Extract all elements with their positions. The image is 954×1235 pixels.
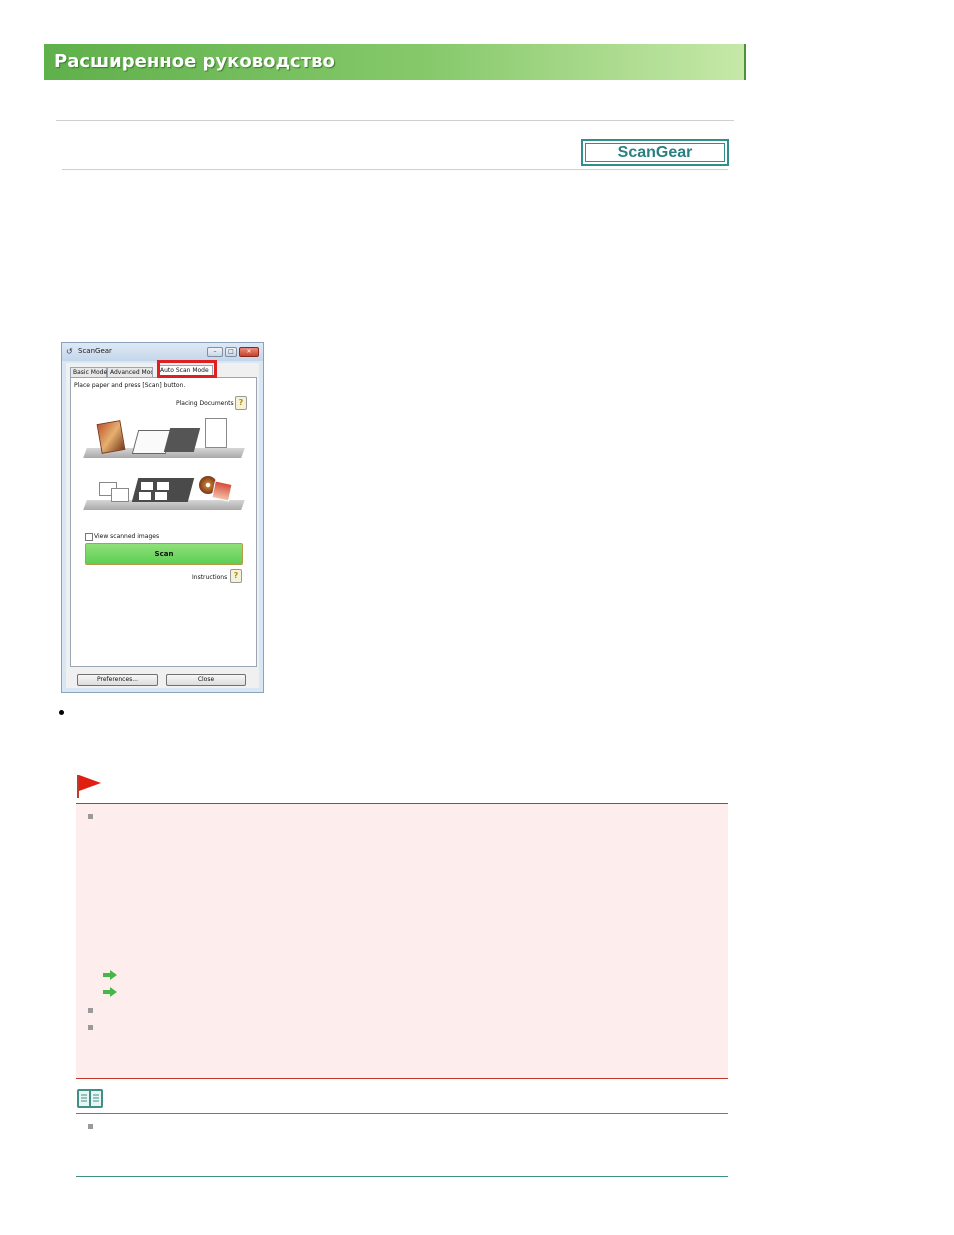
dialog-body: Basic Mode Advanced Mode Auto Scan Mode …: [66, 363, 259, 688]
scangear-badge-label: ScanGear: [585, 143, 725, 162]
note-book-icon: [77, 1089, 103, 1108]
view-scanned-images-label: View scanned images: [94, 533, 160, 540]
scanner-lid: [163, 428, 201, 452]
view-scanned-images-checkbox[interactable]: [85, 533, 93, 541]
list-bullet: [88, 1008, 93, 1013]
dialog-title: ScanGear: [78, 347, 112, 355]
placing-documents-help-icon[interactable]: ?: [235, 396, 247, 410]
minimize-icon[interactable]: –: [207, 347, 223, 357]
photo-thumb-2: [157, 482, 169, 490]
scan-button[interactable]: Scan: [85, 543, 243, 565]
important-flag-icon: [77, 775, 101, 798]
list-bullet: [88, 814, 93, 819]
list-bullet: [88, 1025, 93, 1030]
text-document-image: [205, 418, 227, 448]
instruction-text: Place paper and press [Scan] button.: [74, 382, 186, 389]
photo-thumb-4: [155, 492, 167, 500]
photo-image: [211, 480, 233, 502]
preferences-button[interactable]: Preferences...: [77, 674, 158, 686]
photo-thumb-3: [139, 492, 151, 500]
note-top-rule: [76, 1113, 728, 1114]
link-arrow-icon: [103, 987, 117, 997]
magazine-image: [96, 420, 126, 454]
note-bottom-rule: [76, 1176, 728, 1177]
maximize-icon[interactable]: □: [225, 347, 237, 357]
app-icon: ↺: [66, 347, 73, 356]
header-banner: Расширенное руководство: [44, 44, 746, 80]
list-bullet: [88, 1124, 93, 1129]
auto-scan-tab-highlight: [157, 360, 217, 378]
section-divider: [62, 169, 728, 170]
card-image-2: [111, 488, 129, 502]
tab-advanced-mode[interactable]: Advanced Mode: [107, 367, 153, 377]
instructions-link[interactable]: Instructions: [192, 574, 227, 581]
placing-documents-link[interactable]: Placing Documents: [176, 400, 234, 407]
photo-thumb-1: [141, 482, 153, 490]
dialog-titlebar: ↺ ScanGear – □ ✕: [62, 343, 263, 361]
close-icon[interactable]: ✕: [239, 347, 259, 357]
close-button[interactable]: Close: [166, 674, 246, 686]
tab-basic-mode[interactable]: Basic Mode: [70, 367, 107, 377]
scangear-dialog: ↺ ScanGear – □ ✕ Basic Mode Advanced Mod…: [61, 342, 264, 693]
auto-scan-panel: Place paper and press [Scan] button. Pla…: [70, 377, 257, 667]
top-divider: [56, 120, 734, 121]
bullet-icon: [59, 710, 64, 715]
link-arrow-icon: [103, 970, 117, 980]
instructions-help-icon[interactable]: ?: [230, 569, 242, 583]
scangear-badge[interactable]: ScanGear: [581, 139, 729, 166]
page-title: Расширенное руководство: [54, 51, 335, 72]
important-box: [76, 803, 728, 1079]
